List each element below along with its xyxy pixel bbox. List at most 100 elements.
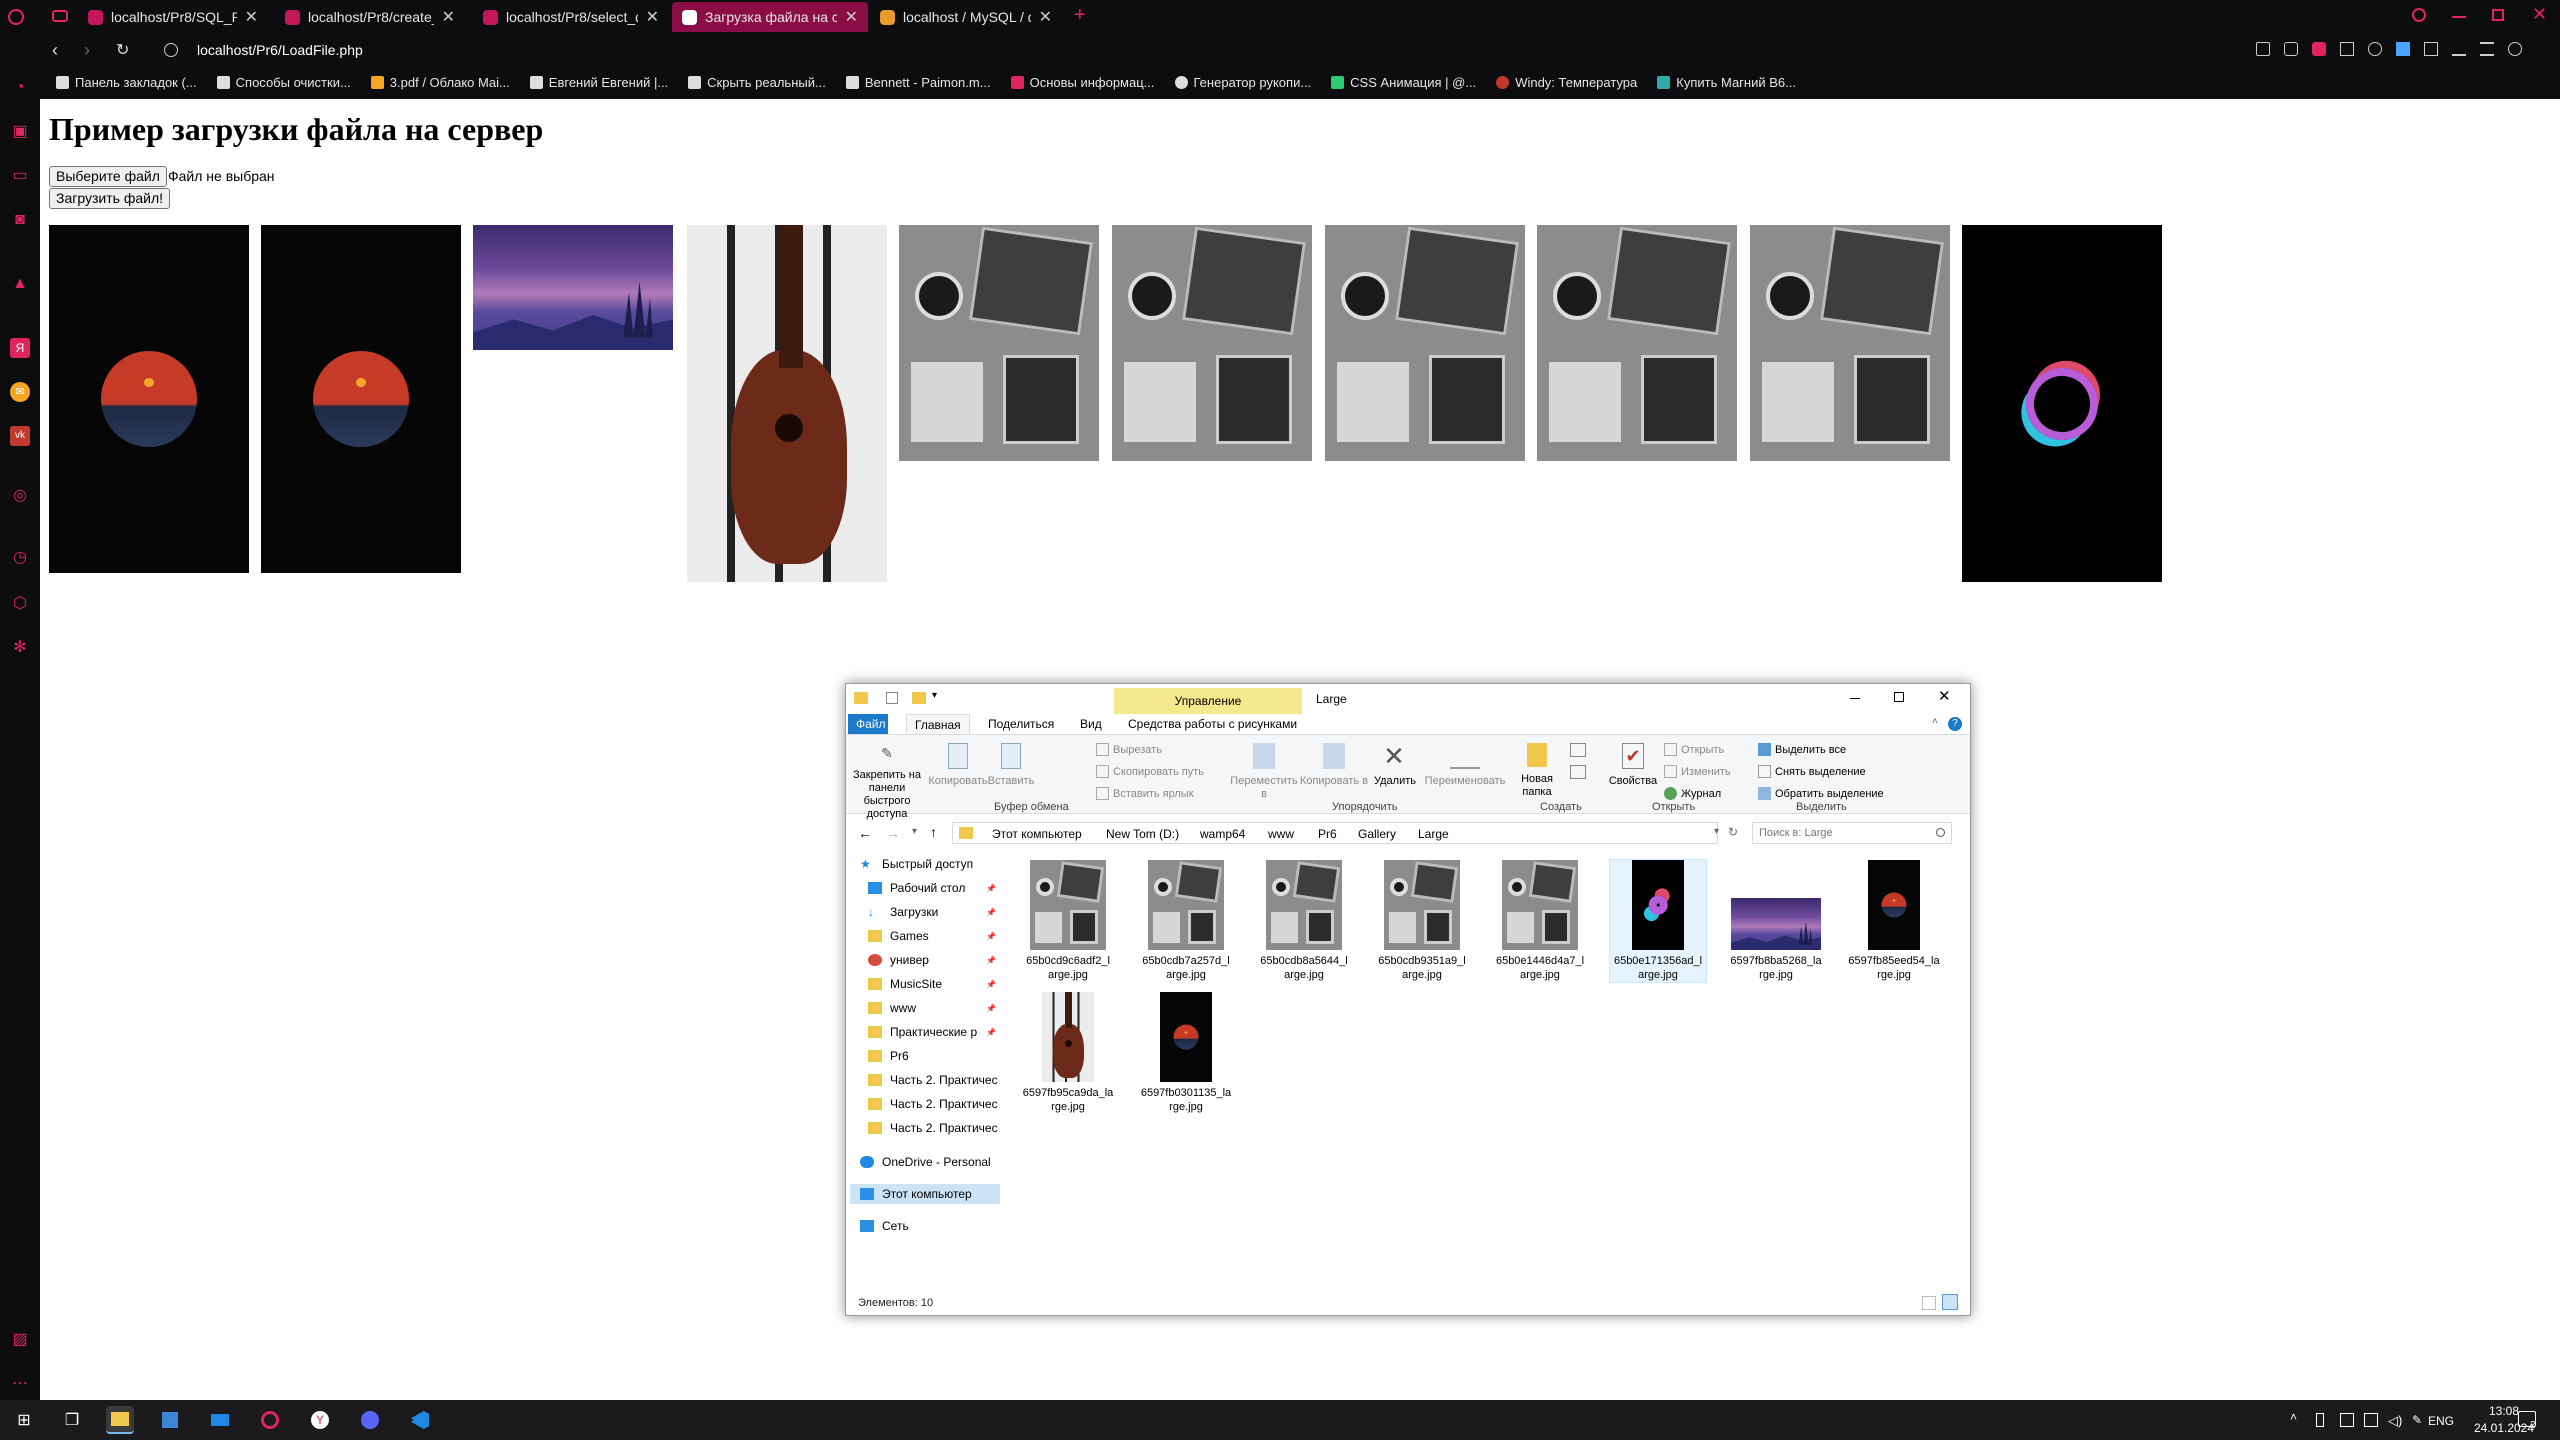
file-item[interactable]: 6597fb95ca9da_la rge.jpg — [1020, 992, 1116, 1114]
twitch-icon[interactable]: ▭ — [10, 166, 30, 186]
nav-item[interactable]: Часть 2. Практичес — [868, 1118, 1018, 1138]
delete-button[interactable]: ✕ Удалить — [1374, 743, 1416, 788]
close-tab-icon[interactable]: ✕ — [845, 7, 858, 27]
bookmark-item[interactable]: CSS Анимация | @... — [1331, 75, 1476, 90]
url-field[interactable]: localhost/Pr6/LoadFile.php — [197, 42, 363, 58]
forward-arrow-icon[interactable]: › — [84, 40, 90, 61]
file-item[interactable]: 65b0e171356ad_l arge.jpg — [1609, 859, 1707, 983]
bookmark-item[interactable]: Bennett - Paimon.m... — [845, 75, 991, 90]
copy-path-button[interactable]: Скопировать путь — [1096, 765, 1204, 778]
file-item[interactable]: 65b0e1446d4a7_l arge.jpg — [1492, 860, 1588, 982]
heart-icon[interactable] — [2368, 42, 2382, 56]
settings-icon[interactable]: ✻ — [10, 638, 30, 658]
path-dropdown-icon[interactable]: ▾ — [1714, 826, 1719, 837]
nav-item[interactable]: MusicSite 📌 — [868, 974, 1018, 994]
tab-file-upload[interactable]: Загрузка файла на сервер ✕ — [672, 2, 868, 32]
select-all-button[interactable]: Выделить все — [1758, 743, 1846, 756]
tab-file[interactable]: Файл — [848, 714, 888, 734]
network-icon[interactable] — [2364, 1413, 2378, 1427]
details-view-icon[interactable] — [1922, 1296, 1936, 1310]
nav-item[interactable]: ↓ Загрузки 📌 — [868, 902, 1018, 922]
restore-window-button[interactable] — [2492, 9, 2504, 21]
vk-icon[interactable]: vk — [10, 426, 30, 446]
aria-icon[interactable]: ▲ — [10, 274, 30, 294]
cube-icon[interactable] — [2424, 42, 2438, 56]
tab-share[interactable]: Поделиться — [980, 714, 1062, 734]
history-button[interactable]: Журнал — [1664, 787, 1721, 800]
choose-file-button[interactable]: Выберите файл — [49, 166, 167, 187]
file-item[interactable]: 65b0cd9c6adf2_l arge.jpg — [1020, 860, 1116, 982]
help-icon[interactable]: ? — [1948, 717, 1962, 731]
nav-item[interactable]: Практические р 📌 — [868, 1022, 1018, 1042]
more-icon[interactable]: ⋯ — [10, 1374, 30, 1394]
easy-access-icon[interactable] — [1570, 765, 1586, 779]
paste-button[interactable]: Вставить — [986, 743, 1036, 788]
breadcrumb-wamp64[interactable]: wamp64 — [1200, 827, 1245, 841]
quick-access-dropdown-icon[interactable]: ▾ — [932, 690, 937, 701]
clock-icon[interactable]: ◷ — [10, 548, 30, 568]
discord-taskbar-icon[interactable] — [356, 1406, 384, 1434]
nav-item[interactable]: OneDrive - Personal — [860, 1152, 1010, 1172]
close-button[interactable]: ✕ — [1938, 687, 1951, 705]
battery-icon[interactable] — [2316, 1413, 2324, 1427]
paste-shortcut-button[interactable]: Вставить ярлык — [1096, 787, 1194, 800]
breadcrumb-www[interactable]: www — [1268, 827, 1294, 841]
file-item[interactable]: 65b0cdb9351a9_l arge.jpg — [1374, 860, 1470, 982]
tab-home[interactable]: Главная — [906, 714, 970, 734]
workspace-icon[interactable] — [52, 10, 68, 22]
tab-picture-tools[interactable]: Средства работы с рисунками — [1120, 714, 1305, 734]
breadcrumb-large[interactable]: Large — [1418, 827, 1449, 841]
back-arrow-icon[interactable]: ← — [858, 825, 872, 841]
close-tab-icon[interactable]: ✕ — [1039, 7, 1052, 27]
forward-arrow-icon[interactable]: → — [886, 825, 900, 841]
mail-icon[interactable]: ✉ — [10, 382, 30, 402]
tray-expand-icon[interactable]: ˄ — [2290, 1410, 2297, 1424]
back-arrow-icon[interactable]: ‹ — [52, 40, 58, 61]
mail-icon[interactable] — [206, 1406, 234, 1434]
copy-to-button[interactable]: Копировать в — [1298, 743, 1370, 788]
history-icon[interactable]: ◎ — [10, 486, 30, 506]
bookmark-item[interactable]: Панель закладок (... — [56, 75, 197, 90]
up-arrow-icon[interactable]: ↑ — [930, 824, 937, 840]
download-icon[interactable] — [2452, 42, 2466, 56]
camera-icon[interactable] — [2284, 42, 2298, 56]
search-input[interactable] — [1752, 822, 1952, 844]
cut-button[interactable]: Вырезать — [1096, 743, 1162, 756]
profile-icon[interactable] — [2508, 42, 2522, 56]
refresh-icon[interactable]: ↻ — [1728, 825, 1738, 839]
opera-taskbar-icon[interactable] — [256, 1406, 284, 1434]
store-icon[interactable] — [156, 1406, 184, 1434]
share-icon[interactable] — [2256, 42, 2270, 56]
adblock-icon[interactable] — [2312, 42, 2326, 56]
manage-contextual-tab[interactable]: Управление — [1114, 688, 1302, 714]
copy-button[interactable]: Копировать — [926, 743, 990, 788]
file-item[interactable]: 6597fb85eed54_la rge.jpg — [1846, 860, 1942, 982]
minimize-window-button[interactable] — [2452, 16, 2466, 18]
nav-item[interactable]: www 📌 — [868, 998, 1018, 1018]
close-tab-icon[interactable]: ✕ — [646, 7, 659, 27]
bookmark-item[interactable]: Скрыть реальный... — [688, 75, 826, 90]
volume-icon[interactable]: ◁) — [2388, 1413, 2402, 1429]
breadcrumb-this-pc[interactable]: Этот компьютер — [992, 827, 1082, 841]
settings-list-icon[interactable] — [2480, 42, 2494, 56]
pin-quick-access-button[interactable]: ✎ Закрепить на панели быстрого доступа — [850, 746, 924, 821]
input-language[interactable]: ENG — [2416, 1414, 2466, 1428]
speed-dial-icon[interactable]: ◔ — [10, 78, 30, 98]
opera-logo-icon[interactable] — [8, 9, 24, 25]
site-info-icon[interactable] — [164, 43, 178, 57]
close-window-button[interactable]: ✕ — [2532, 4, 2547, 25]
tray-app-icon[interactable] — [2340, 1413, 2354, 1427]
nav-item[interactable]: Сеть — [860, 1216, 1010, 1236]
extension-flag-icon[interactable] — [2396, 42, 2410, 56]
breadcrumb-drive[interactable]: New Tom (D:) — [1106, 827, 1179, 841]
yandex-taskbar-icon[interactable]: Y — [306, 1406, 334, 1434]
yandex-icon[interactable]: Я — [10, 338, 30, 358]
instagram-icon[interactable]: ◙ — [10, 210, 30, 230]
file-item[interactable]: 6597fb0301135_la rge.jpg — [1138, 992, 1234, 1114]
recent-dropdown-icon[interactable]: ▾ — [912, 826, 917, 837]
bookmark-item[interactable]: Windy: Температура — [1496, 75, 1637, 90]
bookmark-item[interactable]: Евгений Евгений |... — [529, 75, 668, 90]
properties-button[interactable]: ✔ Свойства — [1608, 743, 1658, 788]
file-item[interactable]: 65b0cdb8a5644_l arge.jpg — [1256, 860, 1352, 982]
new-folder-quick-icon[interactable] — [912, 692, 926, 704]
